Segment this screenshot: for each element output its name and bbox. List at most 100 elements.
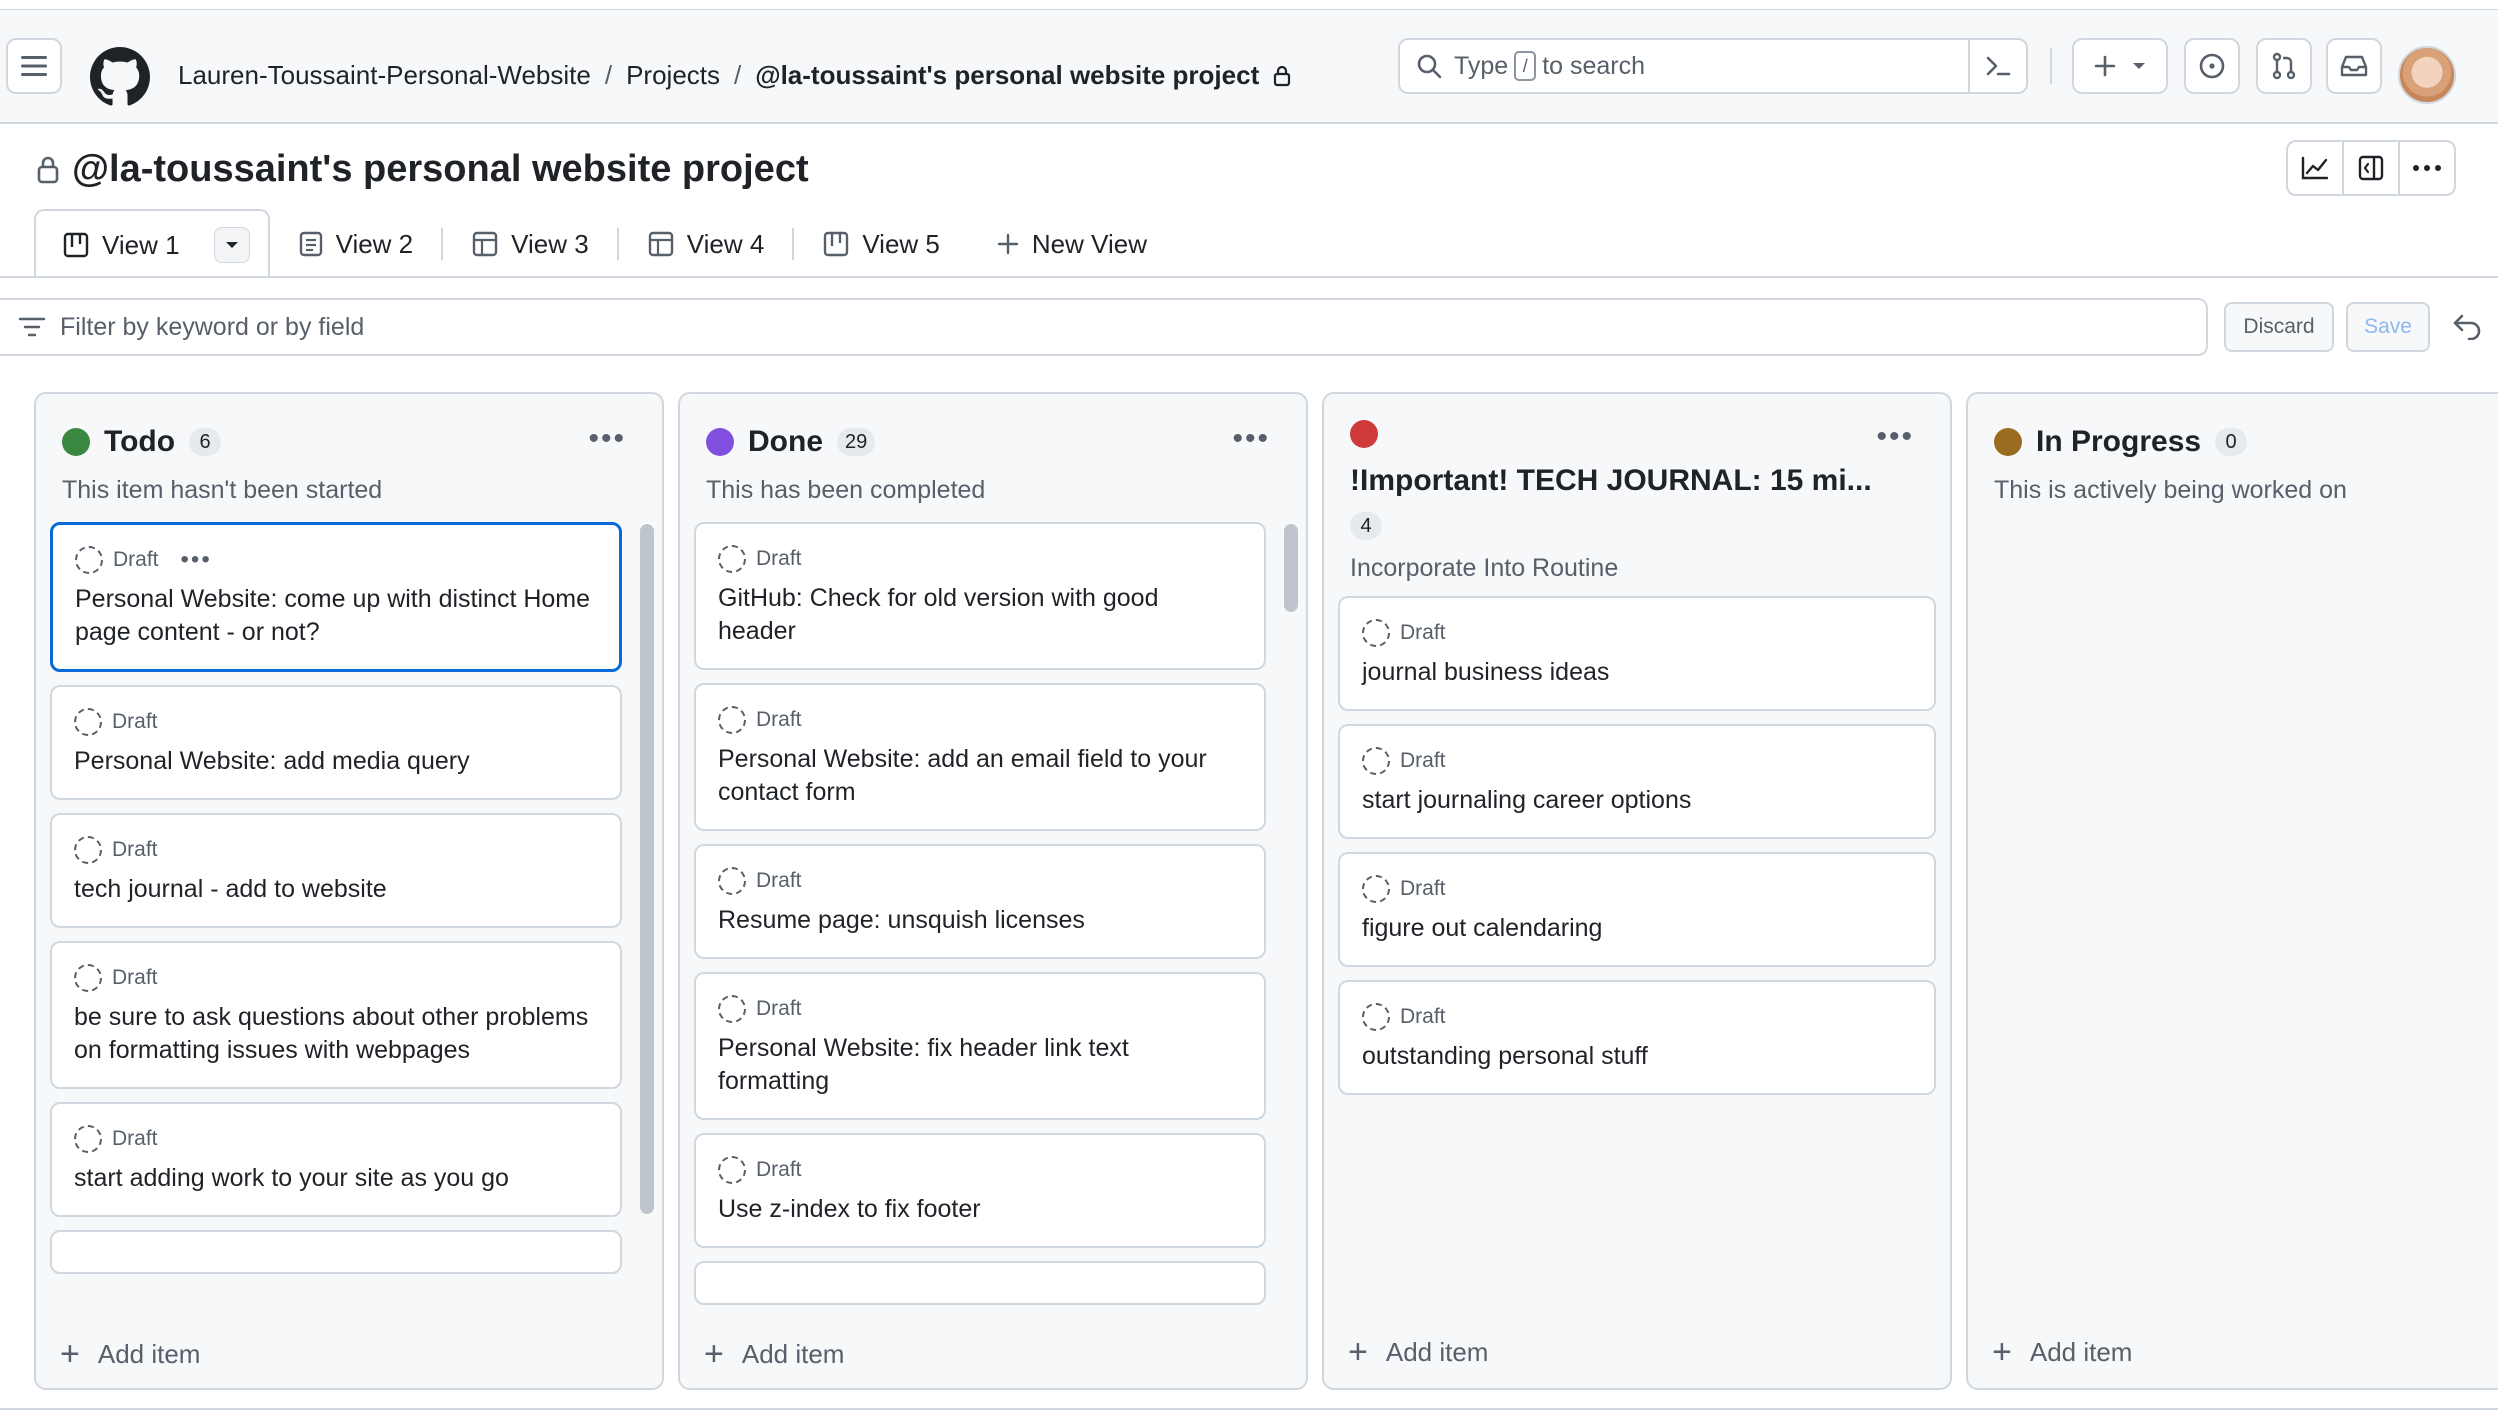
save-button[interactable]: Save: [2346, 302, 2430, 352]
create-new-button[interactable]: [2072, 38, 2168, 94]
card-menu-icon[interactable]: •••: [181, 546, 212, 574]
git-pull-request-icon: [2272, 52, 2296, 80]
column-menu-icon[interactable]: •••: [588, 422, 626, 456]
card[interactable]: Draft outstanding personal stuff: [1338, 980, 1936, 1095]
card-title[interactable]: Resume page: unsquish licenses: [718, 904, 1242, 937]
tab-view-2[interactable]: View 2: [270, 210, 442, 278]
draft-icon: [1362, 619, 1390, 647]
card-status: Draft: [1400, 877, 1446, 900]
tab-view-5[interactable]: View 5: [794, 210, 968, 278]
add-item-button[interactable]: + Add item: [704, 1334, 844, 1374]
column-title: !Important! TECH JOURNAL: 15 mi...: [1350, 464, 1872, 497]
plus-icon: [2094, 55, 2116, 77]
card[interactable]: Draft GitHub: Check for old version with…: [694, 522, 1266, 670]
card[interactable]: Draft journal business ideas: [1338, 596, 1936, 711]
draft-icon: [718, 706, 746, 734]
card-title[interactable]: Personal Website: add media query: [74, 745, 598, 778]
pull-requests-button[interactable]: [2256, 38, 2312, 94]
inbox-button[interactable]: [2326, 38, 2382, 94]
undo-icon[interactable]: [2452, 312, 2484, 340]
card-title[interactable]: Personal Website: fix header link text f…: [718, 1032, 1242, 1098]
column-description: This item hasn't been started: [62, 476, 383, 504]
column-menu-icon[interactable]: •••: [1876, 420, 1914, 454]
card[interactable]: Draft be sure to ask questions about oth…: [50, 941, 622, 1089]
card-status: Draft: [756, 997, 802, 1020]
card-title[interactable]: GitHub: Check for old version with good …: [718, 582, 1242, 648]
card[interactable]: Draft Use z-index to fix footer: [694, 1133, 1266, 1248]
draft-icon: [718, 867, 746, 895]
scrollbar-thumb[interactable]: [640, 524, 654, 1214]
draft-icon: [75, 546, 103, 574]
card[interactable]: Draft tech journal - add to website: [50, 813, 622, 928]
card-partial[interactable]: [50, 1230, 622, 1274]
card-list: Draft journal business ideas Draft start…: [1338, 596, 1936, 1108]
menu-button[interactable]: [6, 38, 62, 94]
hamburger-icon: [21, 56, 47, 76]
card[interactable]: Draft ••• Personal Website: come up with …: [50, 522, 622, 672]
card[interactable]: Draft start adding work to your site as …: [50, 1102, 622, 1217]
card[interactable]: Draft start journaling career options: [1338, 724, 1936, 839]
search-placeholder-prefix: Type: [1454, 51, 1509, 80]
card[interactable]: Draft Personal Website: add an email fie…: [694, 683, 1266, 831]
card[interactable]: Draft Personal Website: fix header link …: [694, 972, 1266, 1120]
new-view-label: New View: [1031, 228, 1148, 259]
filter-input[interactable]: Filter by keyword or by field: [0, 298, 2208, 356]
side-panel-button[interactable]: [2342, 140, 2400, 196]
column-menu-icon[interactable]: •••: [1232, 422, 1270, 456]
issues-button[interactable]: [2184, 38, 2240, 94]
add-item-button[interactable]: + Add item: [60, 1334, 200, 1374]
status-dot: [1994, 428, 2022, 456]
card-title[interactable]: start adding work to your site as you go: [74, 1162, 598, 1195]
draft-icon: [74, 964, 102, 992]
board-icon: [63, 232, 89, 258]
card-partial[interactable]: [694, 1261, 1266, 1305]
discard-button[interactable]: Discard: [2224, 302, 2334, 352]
plus-icon: [997, 233, 1019, 255]
draft-icon: [74, 708, 102, 736]
card-title[interactable]: Use z-index to fix footer: [718, 1193, 1242, 1226]
card[interactable]: Draft figure out calendaring: [1338, 852, 1936, 967]
card-title[interactable]: figure out calendaring: [1362, 912, 1912, 945]
user-avatar[interactable]: [2398, 46, 2456, 104]
card-title[interactable]: Personal Website: add an email field to …: [718, 743, 1242, 809]
tab-view-4[interactable]: View 4: [619, 210, 793, 278]
card-title[interactable]: Personal Website: come up with distinct …: [75, 583, 597, 649]
card-title[interactable]: journal business ideas: [1362, 656, 1912, 689]
column-in-progress: In Progress 0 This is actively being wor…: [1966, 392, 2498, 1390]
board-icon: [824, 231, 849, 257]
project-actions: [2286, 140, 2456, 196]
add-item-label: Add item: [741, 1338, 845, 1369]
project-menu-button[interactable]: [2398, 140, 2456, 196]
search-input[interactable]: Type / to search: [1398, 38, 2028, 94]
bottom-scrollbar[interactable]: [0, 1408, 2498, 1416]
scrollbar-thumb[interactable]: [1284, 524, 1298, 612]
card[interactable]: Draft Personal Website: add media query: [50, 685, 622, 800]
column-count: 0: [2215, 428, 2248, 456]
tab-view-1[interactable]: View 1: [34, 209, 270, 279]
column-header: !Important! TECH JOURNAL: 15 mi... 4 Inc…: [1350, 420, 1924, 583]
breadcrumb: Lauren-Toussaint-Personal-Website / Proj…: [178, 60, 1291, 91]
card-title[interactable]: outstanding personal stuff: [1362, 1040, 1912, 1073]
card-title[interactable]: be sure to ask questions about other pro…: [74, 1001, 598, 1067]
breadcrumb-projects-link[interactable]: Projects: [626, 60, 720, 91]
insights-button[interactable]: [2286, 140, 2344, 196]
column-important: !Important! TECH JOURNAL: 15 mi... 4 Inc…: [1322, 392, 1952, 1390]
graph-icon: [2301, 156, 2329, 180]
plus-icon: +: [1992, 1333, 2012, 1371]
draft-icon: [1362, 875, 1390, 903]
add-item-button[interactable]: + Add item: [1992, 1332, 2132, 1372]
breadcrumb-project-link[interactable]: @la-toussaint's personal website project: [755, 60, 1259, 91]
global-header: Lauren-Toussaint-Personal-Website / Proj…: [0, 10, 2498, 124]
column-title: Todo: [104, 425, 176, 458]
new-view-button[interactable]: New View: [968, 210, 1175, 278]
add-item-button[interactable]: + Add item: [1348, 1332, 1488, 1372]
top-border: [0, 0, 2498, 10]
github-logo-icon[interactable]: [90, 47, 150, 107]
card-title[interactable]: start journaling career options: [1362, 784, 1912, 817]
card[interactable]: Draft Resume page: unsquish licenses: [694, 844, 1266, 959]
breadcrumb-repo-link[interactable]: Lauren-Toussaint-Personal-Website: [178, 60, 591, 91]
tab-options-button[interactable]: [213, 227, 250, 263]
tab-view-3[interactable]: View 3: [443, 210, 617, 278]
command-palette-button[interactable]: [1968, 40, 2026, 92]
card-title[interactable]: tech journal - add to website: [74, 873, 598, 906]
